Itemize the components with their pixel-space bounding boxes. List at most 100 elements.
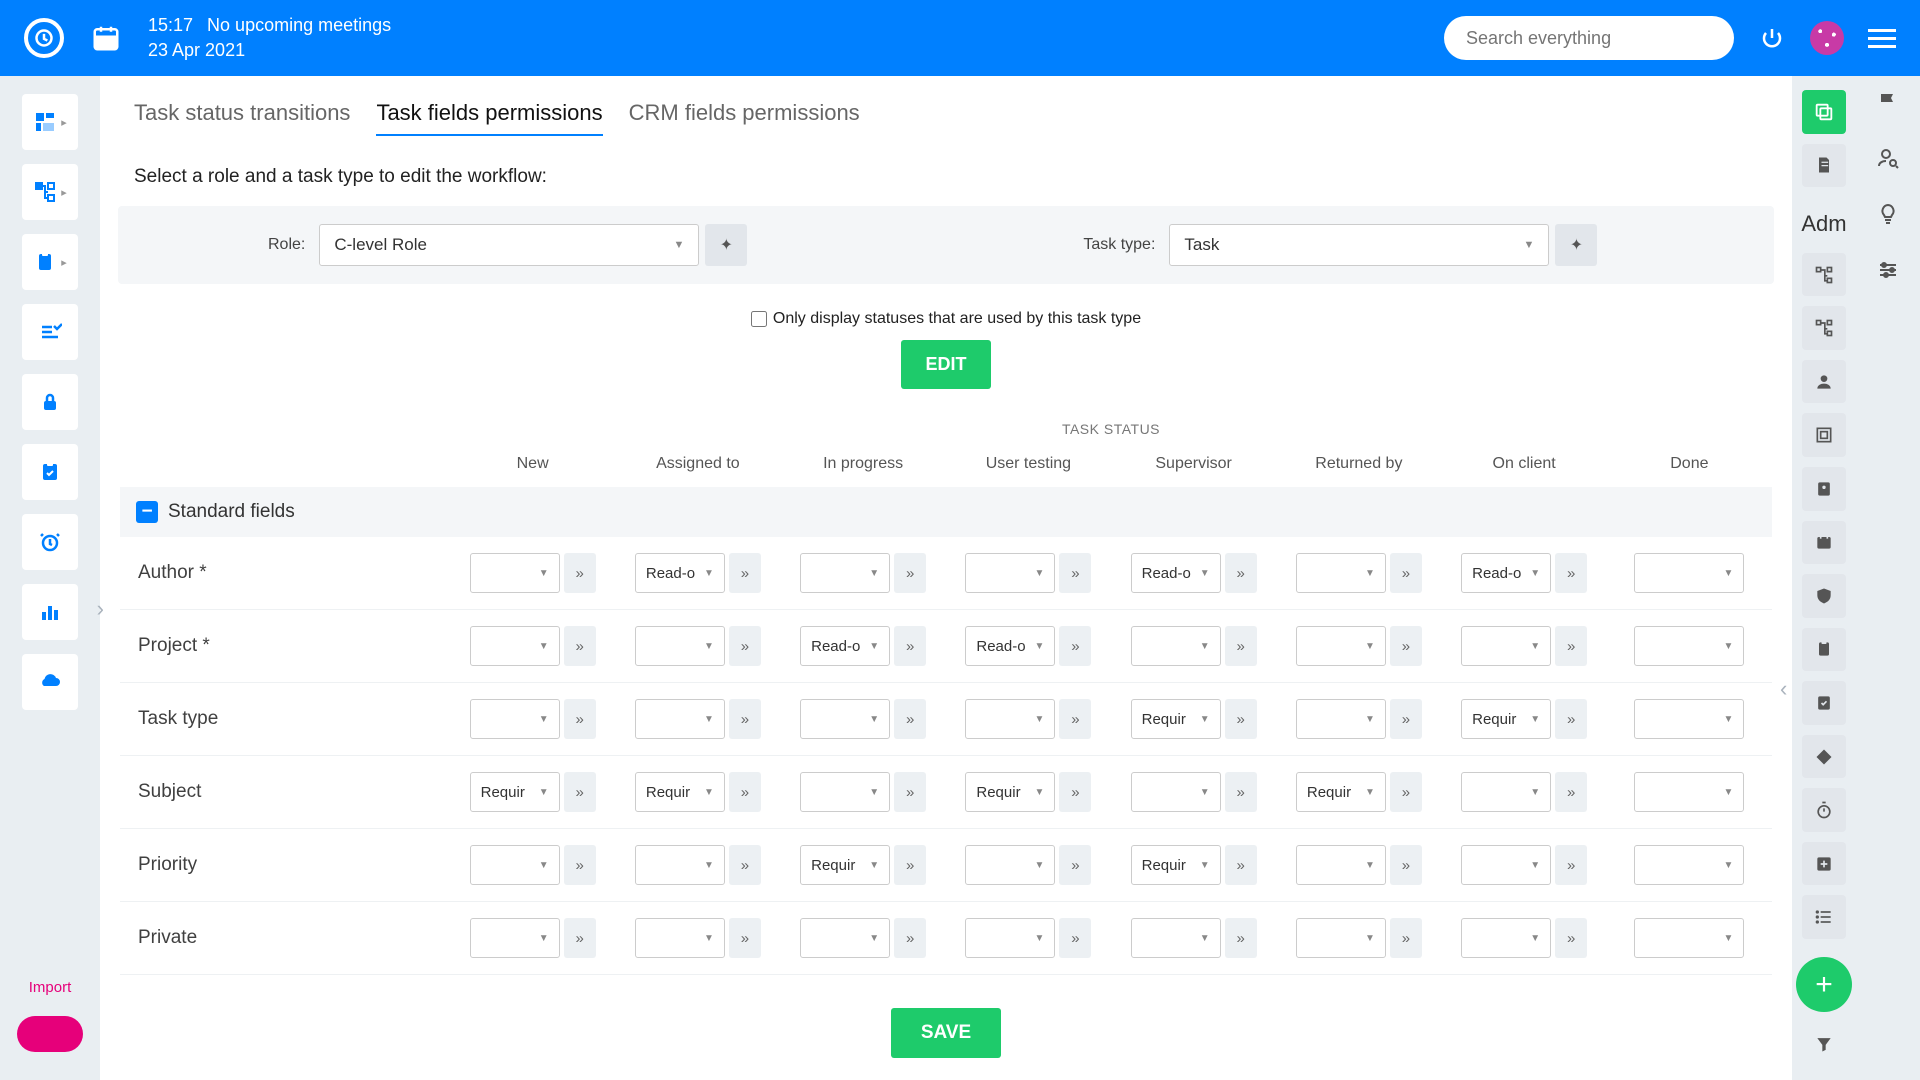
section-header[interactable]: −Standard fields <box>120 487 1772 537</box>
propagate-button[interactable]: » <box>1059 699 1091 739</box>
tree1-icon[interactable] <box>1802 253 1846 297</box>
permission-select[interactable]: Requir▼ <box>470 772 560 812</box>
permission-select[interactable]: ▼ <box>1131 772 1221 812</box>
plus-square-icon[interactable] <box>1802 842 1846 886</box>
permission-select[interactable]: ▼ <box>800 772 890 812</box>
permission-select[interactable]: ▼ <box>965 699 1055 739</box>
propagate-button[interactable]: » <box>1390 845 1422 885</box>
propagate-button[interactable]: » <box>1225 699 1257 739</box>
clipboard2-icon[interactable] <box>1802 628 1846 672</box>
frame-icon[interactable] <box>1802 413 1846 457</box>
permission-select[interactable]: Read-o▼ <box>1131 553 1221 593</box>
permission-select[interactable]: ▼ <box>470 845 560 885</box>
propagate-button[interactable]: » <box>1225 626 1257 666</box>
tab-field-permissions[interactable]: Task fields permissions <box>376 100 602 136</box>
permission-select[interactable]: ▼ <box>635 626 725 666</box>
permission-select[interactable]: ▼ <box>635 699 725 739</box>
propagate-button[interactable]: » <box>1390 772 1422 812</box>
nav-lock[interactable] <box>22 374 78 430</box>
nav-tree[interactable]: ▸ <box>22 164 78 220</box>
copy-icon[interactable] <box>1802 90 1846 134</box>
shield-icon[interactable] <box>1802 574 1846 618</box>
propagate-button[interactable]: » <box>729 772 761 812</box>
propagate-button[interactable]: » <box>1390 918 1422 958</box>
nav-alarm[interactable] <box>22 514 78 570</box>
nav-reports[interactable] <box>22 584 78 640</box>
permission-select[interactable]: ▼ <box>965 845 1055 885</box>
create-fab[interactable]: + <box>1796 957 1852 1012</box>
filter-icon[interactable] <box>1802 1022 1846 1066</box>
permission-select[interactable]: ▼ <box>1634 772 1744 812</box>
menu-icon[interactable] <box>1868 29 1896 48</box>
propagate-button[interactable]: » <box>1390 626 1422 666</box>
permission-select[interactable]: ▼ <box>1296 626 1386 666</box>
propagate-button[interactable]: » <box>564 918 596 958</box>
propagate-button[interactable]: » <box>1555 699 1587 739</box>
propagate-button[interactable]: » <box>1555 772 1587 812</box>
propagate-button[interactable]: » <box>1225 918 1257 958</box>
propagate-button[interactable]: » <box>894 553 926 593</box>
permission-select[interactable]: ▼ <box>1461 772 1551 812</box>
permission-select[interactable]: Read-o▼ <box>800 626 890 666</box>
permission-select[interactable]: ▼ <box>1296 918 1386 958</box>
person-icon[interactable] <box>1802 360 1846 404</box>
permission-select[interactable]: ▼ <box>1634 626 1744 666</box>
propagate-button[interactable]: » <box>894 699 926 739</box>
permission-select[interactable]: Requir▼ <box>965 772 1055 812</box>
nav-checklist[interactable] <box>22 304 78 360</box>
propagate-button[interactable]: » <box>1059 626 1091 666</box>
permission-select[interactable]: Read-o▼ <box>635 553 725 593</box>
propagate-button[interactable]: » <box>564 772 596 812</box>
permission-select[interactable]: ▼ <box>635 845 725 885</box>
propagate-button[interactable]: » <box>894 845 926 885</box>
permission-select[interactable]: Requir▼ <box>800 845 890 885</box>
power-icon[interactable] <box>1758 24 1786 52</box>
propagate-button[interactable]: » <box>729 699 761 739</box>
propagate-button[interactable]: » <box>564 553 596 593</box>
permission-select[interactable]: ▼ <box>1461 845 1551 885</box>
filter-checkbox-label[interactable]: Only display statuses that are used by t… <box>751 310 1141 327</box>
propagate-button[interactable]: » <box>1555 918 1587 958</box>
tasktype-select[interactable]: Task▼ <box>1169 224 1549 266</box>
permission-select[interactable]: ▼ <box>470 553 560 593</box>
lightbulb-icon[interactable] <box>1876 202 1900 226</box>
role-add-button[interactable]: ✦ <box>705 224 747 266</box>
nav-cloud[interactable] <box>22 654 78 710</box>
propagate-button[interactable]: » <box>729 553 761 593</box>
search-input[interactable] <box>1466 28 1712 49</box>
propagate-button[interactable]: » <box>729 845 761 885</box>
permission-select[interactable]: ▼ <box>965 553 1055 593</box>
diamond-icon[interactable] <box>1802 735 1846 779</box>
permission-select[interactable]: ▼ <box>470 699 560 739</box>
list-icon[interactable] <box>1802 895 1846 939</box>
propagate-button[interactable]: » <box>894 626 926 666</box>
filter-checkbox[interactable] <box>751 311 767 327</box>
app-logo[interactable] <box>24 18 64 58</box>
permission-select[interactable]: Requir▼ <box>635 772 725 812</box>
import-link[interactable]: Import <box>29 979 72 996</box>
propagate-button[interactable]: » <box>1390 699 1422 739</box>
id-icon[interactable] <box>1802 467 1846 511</box>
propagate-button[interactable]: » <box>1390 553 1422 593</box>
permission-select[interactable]: Requir▼ <box>1131 845 1221 885</box>
propagate-button[interactable]: » <box>894 772 926 812</box>
permission-select[interactable]: ▼ <box>1131 626 1221 666</box>
propagate-button[interactable]: » <box>1555 553 1587 593</box>
permission-select[interactable]: ▼ <box>800 918 890 958</box>
propagate-button[interactable]: » <box>564 699 596 739</box>
permission-select[interactable]: ▼ <box>1461 918 1551 958</box>
tab-status-transitions[interactable]: Task status transitions <box>134 100 350 136</box>
tasktype-add-button[interactable]: ✦ <box>1555 224 1597 266</box>
save-button[interactable]: SAVE <box>891 1008 1001 1058</box>
permission-select[interactable]: ▼ <box>1296 845 1386 885</box>
right-collapse-icon[interactable]: ‹ <box>1780 676 1787 702</box>
sidebar-expand-icon[interactable]: › <box>97 596 104 622</box>
sliders-icon[interactable] <box>1876 258 1900 282</box>
propagate-button[interactable]: » <box>1225 553 1257 593</box>
calendar2-icon[interactable] <box>1802 521 1846 565</box>
user-avatar[interactable] <box>1810 21 1844 55</box>
nav-dashboard[interactable]: ▸ <box>22 94 78 150</box>
tree2-icon[interactable] <box>1802 306 1846 350</box>
global-search[interactable] <box>1444 16 1734 60</box>
propagate-button[interactable]: » <box>729 918 761 958</box>
